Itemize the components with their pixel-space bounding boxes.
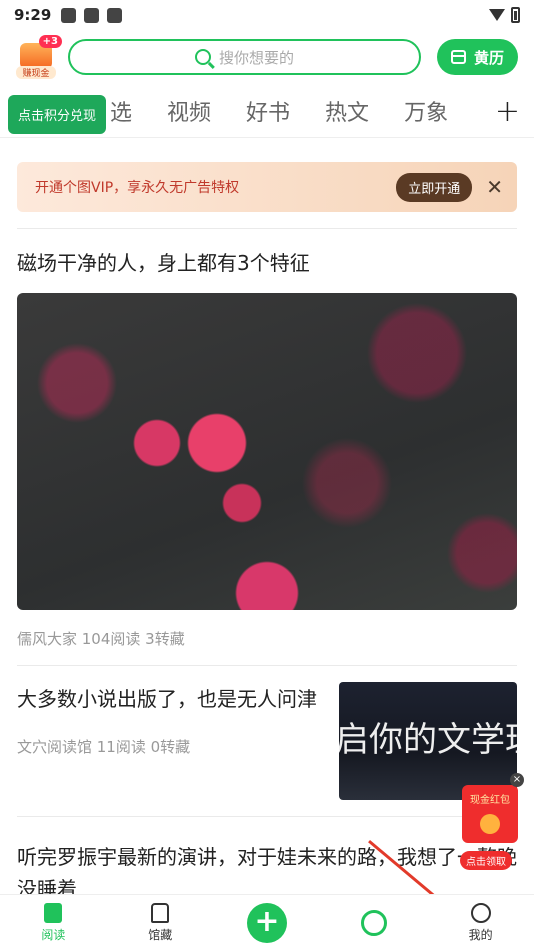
vip-banner: 开通个图VIP，享永久无广告特权 立即开通 ✕: [17, 162, 517, 212]
nav-add[interactable]: +: [214, 902, 321, 943]
article-title[interactable]: 磁场干净的人，身上都有3个特征: [17, 247, 517, 279]
wifi-icon: [489, 9, 505, 21]
home-icon: [151, 902, 170, 923]
tab-vientiane[interactable]: 万象: [404, 95, 448, 127]
article-title[interactable]: 大多数小说出版了，也是无人问津: [17, 682, 339, 716]
tab-hot[interactable]: 热文: [325, 95, 369, 127]
calendar-button[interactable]: 黄历: [436, 39, 518, 75]
nav-me[interactable]: 我的: [427, 902, 534, 943]
close-icon[interactable]: ✕: [486, 175, 503, 199]
red-packet-card[interactable]: 现金红包: [462, 785, 518, 843]
nav-read[interactable]: 阅读: [0, 902, 107, 943]
thumbnail-text: 启你的文学理: [339, 720, 517, 760]
calendar-icon: [450, 50, 466, 64]
bottom-nav: 阅读 馆藏 + 我的: [0, 894, 534, 950]
divider: [17, 228, 517, 229]
profile-icon: [470, 902, 491, 923]
earn-cash-button[interactable]: +3 赚现金: [16, 35, 62, 79]
earn-badge: +3: [38, 35, 62, 48]
search-placeholder: 搜你想要的: [218, 48, 294, 67]
nav-collection[interactable]: 馆藏: [107, 902, 214, 943]
earn-label: 赚现金: [16, 66, 56, 79]
battery-icon: [511, 7, 520, 23]
nav-me-label: 我的: [468, 927, 493, 942]
vip-banner-text: 开通个图VIP，享永久无广告特权: [35, 180, 240, 196]
nav-ai[interactable]: [320, 909, 427, 936]
claim-button[interactable]: 点击领取: [460, 851, 512, 870]
app-icon: [84, 7, 100, 23]
top-bar: +3 赚现金 搜你想要的 黄历: [0, 30, 534, 84]
search-icon: [194, 49, 211, 65]
tab-books[interactable]: 好书: [246, 95, 290, 127]
ai-icon: [360, 909, 387, 936]
article-meta: 儒风大家 104阅读 3转藏: [17, 630, 185, 648]
red-packet-widget[interactable]: 现金红包 点击领取 ×: [460, 773, 524, 870]
status-bar: 9:29: [0, 0, 534, 30]
app-icon-2: [107, 7, 123, 23]
close-icon[interactable]: ×: [510, 773, 524, 787]
red-packet-title: 现金红包: [470, 795, 510, 806]
article-card[interactable]: 磁场干净的人，身上都有3个特征 儒风大家 104阅读 3转藏: [0, 247, 534, 649]
add-icon: +: [246, 902, 287, 943]
nav-read-label: 阅读: [41, 927, 66, 942]
search-input[interactable]: 搜你想要的: [68, 39, 421, 75]
status-time: 9:29: [14, 6, 52, 24]
calendar-label: 黄历: [473, 48, 504, 67]
notification-icon: [61, 7, 77, 23]
article-cover-image[interactable]: [17, 293, 517, 610]
divider: [17, 816, 517, 817]
article-card[interactable]: 大多数小说出版了，也是无人问津 文穴阅读馆 11阅读 0转藏 启你的文学理: [17, 682, 517, 800]
points-tooltip[interactable]: 点击积分兑现: [8, 95, 107, 134]
add-tab-button[interactable]: +: [495, 94, 520, 129]
article-meta: 文穴阅读馆 11阅读 0转藏: [17, 738, 191, 756]
nav-collection-label: 馆藏: [148, 927, 173, 942]
read-icon: [44, 902, 63, 923]
vip-open-button[interactable]: 立即开通: [396, 172, 473, 202]
coin-icon: [480, 814, 500, 834]
tab-video[interactable]: 视频: [167, 95, 211, 127]
tab-featured[interactable]: 选: [110, 95, 132, 127]
divider: [17, 665, 517, 666]
